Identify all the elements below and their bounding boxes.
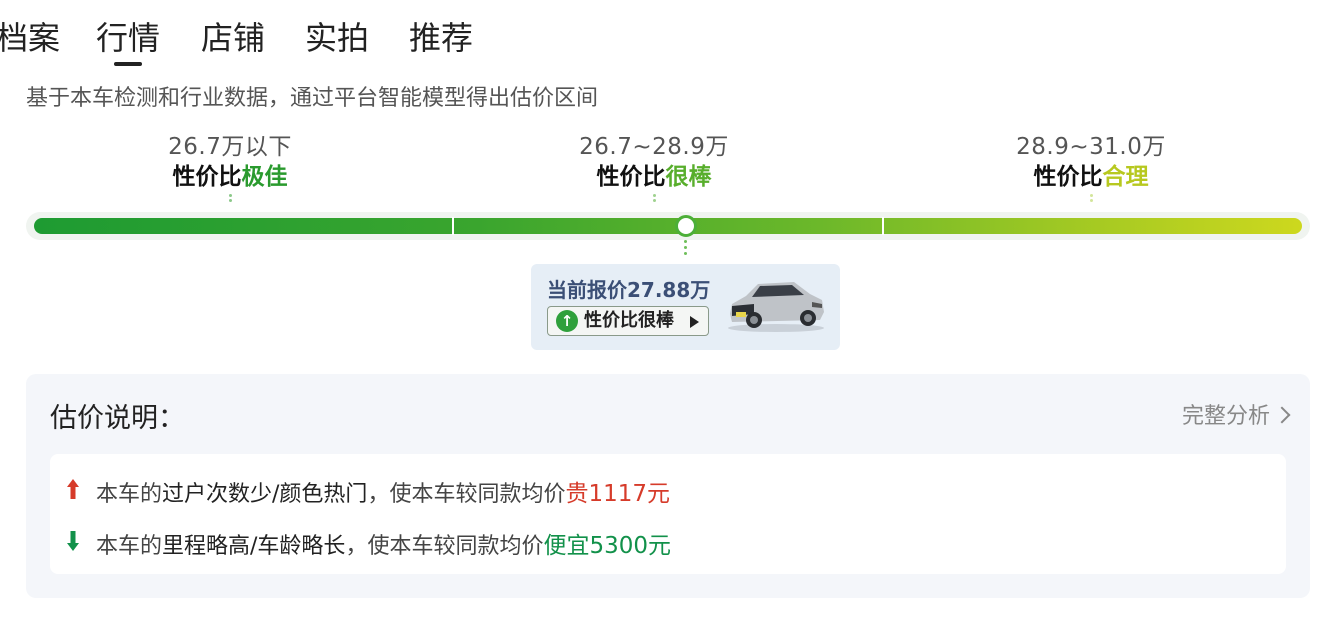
range-label-highlight: 很棒 — [665, 164, 712, 190]
current-quote-card[interactable]: 当前报价27.88万 ↑ 性价比很棒 — [531, 264, 840, 350]
valuation-explanation-panel: 估价说明： 完整分析 本车的过户次数少/颜色热门，使本车较同款均价贵1117元 … — [26, 374, 1310, 598]
segment-divider — [452, 217, 454, 235]
reason-mid: ，使本车较同款均价 — [367, 482, 566, 507]
range-label-prefix: 性价比 — [1033, 164, 1103, 190]
range-connector — [653, 194, 657, 208]
arrow-down-icon — [67, 531, 79, 551]
range-label: 性价比合理 — [961, 162, 1221, 192]
current-price-marker — [675, 215, 697, 237]
reason-amount: 贵1117元 — [565, 481, 670, 507]
valuation-subtitle: 基于本车检测和行业数据，通过平台智能模型得出估价区间 — [26, 86, 599, 111]
full-analysis-link[interactable]: 完整分析 — [1181, 398, 1291, 430]
range-connector — [229, 194, 233, 208]
tab-store[interactable]: 店铺 — [201, 16, 265, 60]
panel-title: 估价说明： — [50, 403, 185, 434]
reason-list: 本车的过户次数少/颜色热门，使本车较同款均价贵1117元 本车的里程略高/车龄略… — [50, 454, 1286, 574]
reason-prefix: 本车的 — [96, 534, 163, 559]
reason-key: 里程略高/车龄略长 — [162, 534, 346, 559]
full-analysis-label: 完整分析 — [1181, 404, 1270, 429]
reason-amount: 便宜5300元 — [543, 533, 671, 559]
reason-key: 过户次数少/颜色热门 — [162, 482, 368, 507]
reason-mid: ，使本车较同款均价 — [345, 534, 544, 559]
range-reasonable: 28.9~31.0万 性价比合理 — [961, 132, 1221, 192]
chevron-right-icon — [1273, 406, 1291, 424]
tab-market[interactable]: 行情 — [96, 16, 160, 66]
reason-row-positive: 本车的过户次数少/颜色热门，使本车较同款均价贵1117元 — [96, 474, 670, 508]
range-excellent: 26.7万以下 性价比极佳 — [100, 132, 360, 192]
range-price: 28.9~31.0万 — [1016, 134, 1166, 160]
range-label-prefix: 性价比 — [596, 164, 666, 190]
play-arrow-icon — [690, 316, 699, 328]
segment-divider — [882, 217, 884, 235]
range-great: 26.7~28.9万 性价比很棒 — [524, 132, 784, 192]
range-label: 性价比极佳 — [100, 162, 360, 192]
range-label: 性价比很棒 — [524, 162, 784, 192]
arrow-up-circle-icon: ↑ — [556, 310, 578, 332]
price-range-bar — [34, 218, 1302, 234]
car-image-icon — [728, 282, 824, 332]
current-quote-price: 当前报价27.88万 — [547, 278, 711, 302]
range-label-prefix: 性价比 — [172, 164, 242, 190]
tab-recommend[interactable]: 推荐 — [409, 16, 473, 60]
range-price: 26.7万以下 — [168, 134, 292, 160]
range-price: 26.7~28.9万 — [579, 134, 729, 160]
value-rating-text: 性价比很棒 — [584, 310, 674, 331]
arrow-up-icon — [67, 479, 79, 499]
range-label-highlight: 合理 — [1102, 164, 1149, 190]
tab-archive[interactable]: 档案 — [0, 16, 60, 60]
reason-row-negative: 本车的里程略高/车龄略长，使本车较同款均价便宜5300元 — [96, 526, 671, 560]
marker-connector — [684, 240, 687, 258]
tab-photos[interactable]: 实拍 — [305, 16, 369, 60]
reason-prefix: 本车的 — [96, 482, 163, 507]
value-rating-tag[interactable]: ↑ 性价比很棒 — [547, 306, 709, 336]
range-connector — [1090, 194, 1094, 208]
range-label-highlight: 极佳 — [241, 164, 288, 190]
